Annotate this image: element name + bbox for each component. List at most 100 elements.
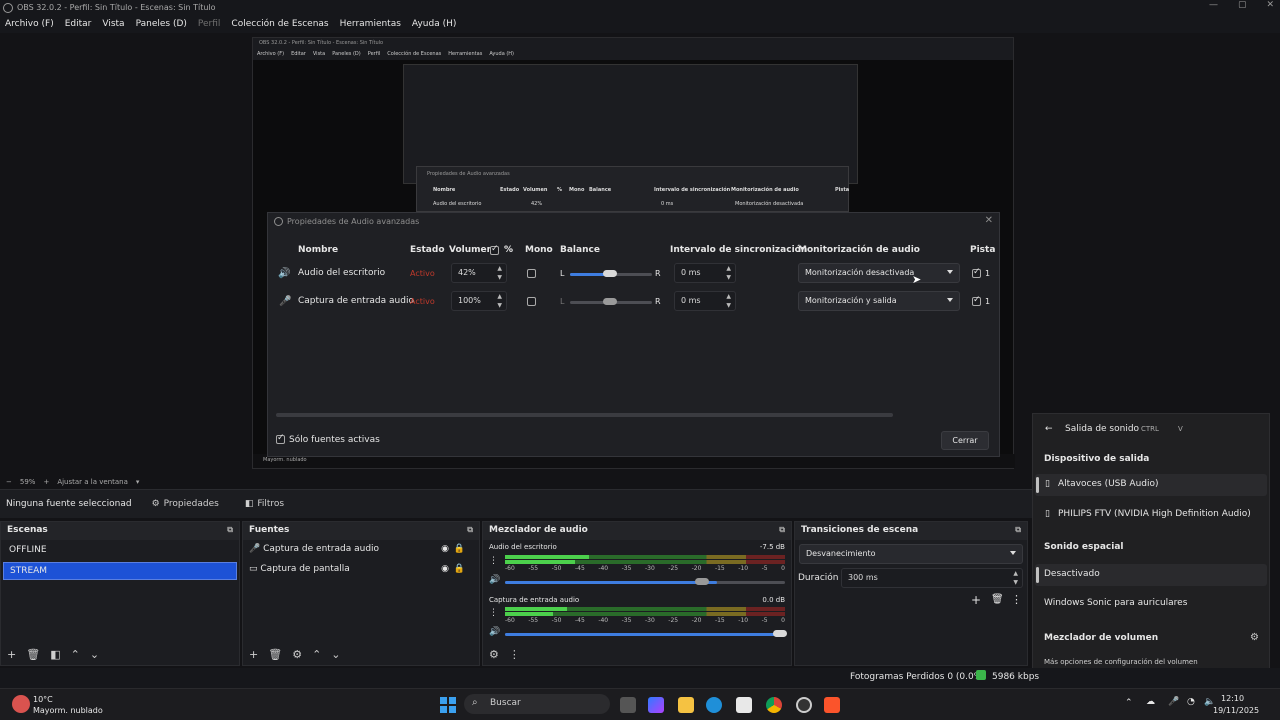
- spatial-option[interactable]: Windows Sonic para auriculares: [1044, 598, 1187, 608]
- volume-handle[interactable]: [773, 630, 787, 637]
- track-checkbox[interactable]: [972, 267, 981, 278]
- task-view-icon[interactable]: [620, 697, 636, 713]
- volume-slider[interactable]: [505, 581, 785, 584]
- gear-icon[interactable]: ⚙: [1250, 632, 1259, 643]
- minimize-icon[interactable]: —: [1209, 0, 1218, 10]
- mono-checkbox[interactable]: [527, 297, 536, 306]
- gear-icon[interactable]: ⚙: [292, 648, 302, 661]
- duration-spinbox[interactable]: 300 ms ▲ ▼: [841, 568, 1023, 588]
- spatial-option-selected[interactable]: Desactivado: [1035, 564, 1267, 586]
- menu-help[interactable]: Ayuda (H): [412, 19, 456, 29]
- trash-icon[interactable]: 🗑: [991, 594, 1004, 605]
- close-icon[interactable]: ✕: [985, 215, 993, 226]
- monitor-select[interactable]: Monitorización desactivada: [798, 263, 960, 283]
- sync-spinbox[interactable]: 0 ms ▲ ▼: [674, 291, 736, 311]
- chrome-icon[interactable]: [766, 697, 782, 713]
- weather-desc[interactable]: Mayorm. nublado: [33, 706, 103, 715]
- menu-file[interactable]: Archivo (F): [5, 19, 54, 29]
- source-item[interactable]: ▭ Captura de pantalla ◉ 🔒: [249, 564, 473, 580]
- back-icon[interactable]: ←: [1045, 424, 1053, 434]
- fit-window-label[interactable]: Ajustar a la ventana: [57, 478, 128, 486]
- arrow-up-icon[interactable]: ⌃: [312, 648, 321, 661]
- trash-icon[interactable]: 🗑: [268, 648, 282, 661]
- close-icon[interactable]: ✕: [1266, 0, 1274, 10]
- zoom-out-icon[interactable]: −: [6, 478, 12, 486]
- spin-arrows-icon[interactable]: ▲ ▼: [497, 264, 502, 282]
- horizontal-scrollbar[interactable]: [276, 413, 893, 417]
- maximize-icon[interactable]: ▢: [1238, 0, 1247, 10]
- volume-handle[interactable]: [695, 578, 709, 585]
- lock-icon[interactable]: 🔒: [454, 564, 465, 574]
- mono-checkbox[interactable]: [527, 269, 536, 278]
- arrow-down-icon[interactable]: ⌄: [331, 648, 340, 661]
- eye-icon[interactable]: ◉: [441, 564, 449, 574]
- volume-spinbox[interactable]: 42% ▲ ▼: [451, 263, 507, 283]
- track-checkbox[interactable]: [972, 295, 981, 306]
- store-icon[interactable]: [736, 697, 752, 713]
- close-button[interactable]: Cerrar: [941, 431, 989, 450]
- balance-handle[interactable]: [603, 298, 617, 305]
- volume-slider[interactable]: [505, 633, 785, 636]
- filters-button[interactable]: ◧ Filtros: [239, 497, 290, 511]
- menu-tools[interactable]: Herramientas: [340, 19, 401, 29]
- percent-checkbox[interactable]: [490, 244, 499, 255]
- spin-arrows-icon[interactable]: ▲ ▼: [497, 292, 502, 310]
- undock-icon[interactable]: ⧉: [779, 525, 785, 535]
- add-icon[interactable]: +: [249, 648, 258, 661]
- undock-icon[interactable]: ⧉: [467, 525, 473, 535]
- more-icon[interactable]: ⋮: [489, 608, 498, 618]
- undock-icon[interactable]: ⧉: [227, 525, 233, 535]
- tray-app-icon[interactable]: ☁: [1146, 697, 1155, 707]
- chevron-up-icon[interactable]: ⌃: [1125, 698, 1133, 708]
- file-explorer-icon[interactable]: [678, 697, 694, 713]
- menu-edit[interactable]: Editar: [65, 19, 92, 29]
- menu-scene-collection[interactable]: Colección de Escenas: [231, 19, 328, 29]
- menu-view[interactable]: Vista: [102, 19, 124, 29]
- sync-spinbox[interactable]: 0 ms ▲ ▼: [674, 263, 736, 283]
- edge-icon[interactable]: [706, 697, 722, 713]
- chevron-down-icon[interactable]: ▾: [136, 478, 140, 486]
- arrow-down-icon[interactable]: ⌄: [90, 648, 99, 661]
- volume-icon[interactable]: 🔊: [489, 627, 500, 637]
- windows-start-icon[interactable]: [440, 697, 456, 713]
- spin-arrows-icon[interactable]: ▲ ▼: [726, 264, 731, 282]
- gear-icon[interactable]: ⚙: [489, 648, 499, 661]
- lock-icon[interactable]: 🔒: [454, 544, 465, 554]
- taskbar-search[interactable]: ⌕ Buscar: [464, 694, 610, 714]
- spin-arrows-icon[interactable]: ▲ ▼: [726, 292, 731, 310]
- clock-time[interactable]: 12:10: [1221, 694, 1244, 703]
- properties-button[interactable]: ⚙ Propiedades: [146, 497, 225, 511]
- add-icon[interactable]: +: [971, 593, 981, 607]
- output-item[interactable]: ▯ PHILIPS FTV (NVIDIA High Definition Au…: [1035, 504, 1267, 526]
- source-item[interactable]: 🎤 Captura de entrada audio ◉ 🔒: [249, 544, 473, 560]
- spin-arrows-icon[interactable]: ▲ ▼: [1013, 569, 1018, 587]
- more-icon[interactable]: ⋮: [489, 556, 498, 566]
- scene-item-offline[interactable]: OFFLINE: [3, 542, 237, 560]
- output-item-selected[interactable]: ▯ Altavoces (USB Audio): [1035, 474, 1267, 496]
- filter-icon[interactable]: ◧: [50, 648, 60, 661]
- trash-icon[interactable]: 🗑: [26, 648, 40, 661]
- scene-item-stream[interactable]: STREAM: [3, 562, 237, 580]
- undock-icon[interactable]: ⧉: [1015, 525, 1021, 535]
- more-volume-link[interactable]: Más opciones de configuración del volume…: [1044, 658, 1198, 666]
- eye-icon[interactable]: ◉: [441, 544, 449, 554]
- obs-app-icon[interactable]: [796, 697, 812, 713]
- wifi-icon[interactable]: ◔: [1187, 697, 1195, 707]
- copilot-icon[interactable]: [648, 697, 664, 713]
- arrow-up-icon[interactable]: ⌃: [71, 648, 80, 661]
- brave-icon[interactable]: [824, 697, 840, 713]
- only-active-checkbox[interactable]: [276, 433, 285, 444]
- more-icon[interactable]: ⋮: [509, 648, 520, 661]
- volume-icon[interactable]: 🔊: [489, 575, 500, 585]
- add-icon[interactable]: +: [7, 648, 16, 661]
- monitor-select[interactable]: Monitorización y salida: [798, 291, 960, 311]
- zoom-in-icon[interactable]: +: [43, 478, 49, 486]
- weather-temp[interactable]: 10°C: [33, 695, 53, 704]
- volume-spinbox[interactable]: 100% ▲ ▼: [451, 291, 507, 311]
- more-icon[interactable]: ⋮: [1011, 593, 1022, 606]
- microphone-icon[interactable]: 🎤: [1168, 697, 1179, 707]
- transition-select[interactable]: Desvanecimiento: [799, 544, 1023, 564]
- menu-docks[interactable]: Paneles (D): [136, 19, 187, 29]
- clock-date[interactable]: 19/11/2025: [1213, 706, 1259, 715]
- menu-profile[interactable]: Perfil: [198, 19, 221, 29]
